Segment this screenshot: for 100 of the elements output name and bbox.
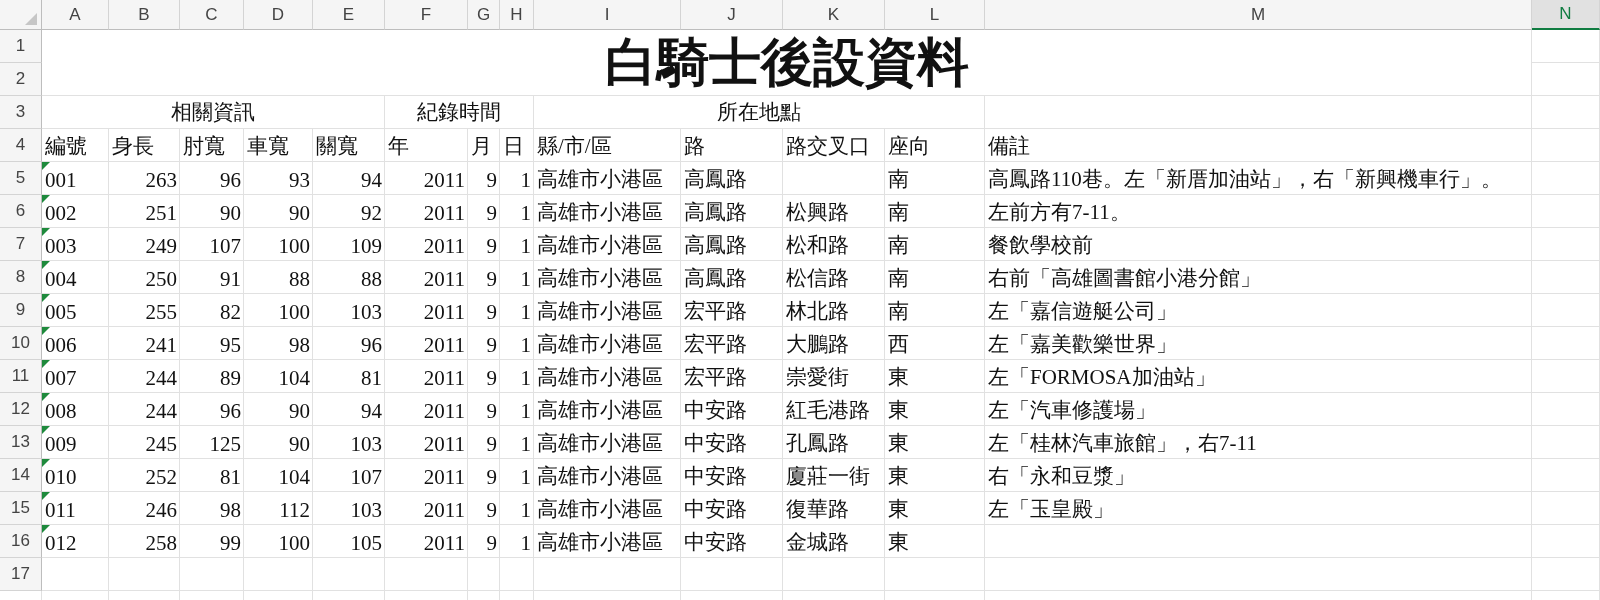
table-cell: 82 xyxy=(220,300,241,325)
sheet-title: 白騎士後設資料 xyxy=(42,30,1532,96)
table-cell: 003 xyxy=(45,234,77,259)
row-header[interactable]: 2 xyxy=(0,63,42,96)
column-header[interactable]: I xyxy=(534,0,681,30)
column-header[interactable]: C xyxy=(180,0,244,30)
table-cell: 92 xyxy=(361,201,382,226)
column-title: 座向 xyxy=(887,133,931,160)
row-header[interactable]: 16 xyxy=(0,525,42,558)
table-cell: 2011 xyxy=(423,201,465,226)
table-cell: 9 xyxy=(486,234,497,259)
table-cell-text: 廈莊一街 xyxy=(786,463,870,490)
column-header[interactable]: K xyxy=(783,0,885,30)
table-cell-text: 高雄市小港區 xyxy=(537,397,663,424)
row-header[interactable]: 6 xyxy=(0,195,42,228)
table-cell: 1 xyxy=(520,234,531,259)
column-header[interactable]: G xyxy=(468,0,500,30)
table-cell-text: 東 xyxy=(888,496,909,523)
column-header[interactable]: H xyxy=(500,0,534,30)
table-cell-text: 大鵬路 xyxy=(786,331,849,358)
table-cell: 007 xyxy=(45,366,77,391)
table-cell: 9 xyxy=(486,531,497,556)
table-cell: 96 xyxy=(361,333,382,358)
table-cell-text: 南 xyxy=(888,199,909,226)
column-header[interactable]: M xyxy=(985,0,1532,30)
table-cell-text: 中安路 xyxy=(684,496,747,523)
row-header[interactable]: 7 xyxy=(0,228,42,261)
table-cell-text: 紅毛港路 xyxy=(786,397,870,424)
table-cell-text: 宏平路 xyxy=(684,331,747,358)
table-cell: 96 xyxy=(220,399,241,424)
column-header[interactable]: N xyxy=(1532,0,1600,30)
table-cell: 244 xyxy=(145,366,177,391)
table-cell-text: 東 xyxy=(888,463,909,490)
table-cell: 9 xyxy=(486,399,497,424)
table-cell: 255 xyxy=(145,300,177,325)
table-cell: 104 xyxy=(278,366,310,391)
column-header[interactable]: J xyxy=(681,0,783,30)
row-header[interactable]: 12 xyxy=(0,393,42,426)
row-header[interactable]: 5 xyxy=(0,162,42,195)
row-header[interactable]: 10 xyxy=(0,327,42,360)
column-header[interactable]: B xyxy=(109,0,180,30)
table-cell: 9 xyxy=(486,498,497,523)
column-title: 縣/市/區 xyxy=(536,133,613,160)
column-title: 路 xyxy=(683,133,706,160)
table-cell: 9 xyxy=(486,267,497,292)
table-cell: 90 xyxy=(289,432,310,457)
table-cell: 010 xyxy=(45,465,77,490)
column-header[interactable]: L xyxy=(885,0,985,30)
table-cell-text: 孔鳳路 xyxy=(786,430,849,457)
table-cell: 90 xyxy=(289,201,310,226)
column-header[interactable]: D xyxy=(244,0,313,30)
table-cell: 1 xyxy=(520,267,531,292)
table-cell-text: 高鳳路 xyxy=(684,166,747,193)
column-title: 年 xyxy=(387,133,410,160)
table-cell: 009 xyxy=(45,432,77,457)
table-cell: 2011 xyxy=(423,333,465,358)
column-header[interactable]: F xyxy=(385,0,468,30)
column-header[interactable]: E xyxy=(313,0,385,30)
row-header[interactable]: 15 xyxy=(0,492,42,525)
table-cell: 244 xyxy=(145,399,177,424)
row-header[interactable]: 8 xyxy=(0,261,42,294)
table-cell: 9 xyxy=(486,333,497,358)
row-header[interactable]: 14 xyxy=(0,459,42,492)
table-cell: 1 xyxy=(520,432,531,457)
column-title: 車寬 xyxy=(246,133,290,160)
table-cell: 81 xyxy=(220,465,241,490)
select-all-button[interactable] xyxy=(0,0,42,30)
table-cell: 002 xyxy=(45,201,77,226)
row-header[interactable]: 3 xyxy=(0,96,42,129)
table-cell: 1 xyxy=(520,333,531,358)
row-header[interactable]: 1 xyxy=(0,30,42,63)
column-header[interactable]: A xyxy=(42,0,109,30)
table-cell: 241 xyxy=(145,333,177,358)
row-header[interactable]: 17 xyxy=(0,558,42,591)
table-cell-text: 南 xyxy=(888,232,909,259)
table-cell: 006 xyxy=(45,333,77,358)
table-cell: 1 xyxy=(520,498,531,523)
row-header[interactable]: 9 xyxy=(0,294,42,327)
table-cell-text: 高雄市小港區 xyxy=(537,199,663,226)
table-cell-text: 松和路 xyxy=(786,232,849,259)
table-cell: 104 xyxy=(278,465,310,490)
table-cell: 98 xyxy=(220,498,241,523)
row-header[interactable]: 13 xyxy=(0,426,42,459)
table-cell: 2011 xyxy=(423,432,465,457)
row-header[interactable]: 4 xyxy=(0,129,42,162)
column-title: 備註 xyxy=(987,133,1031,160)
table-cell: 245 xyxy=(145,432,177,457)
table-cell: 1 xyxy=(520,201,531,226)
table-cell: 98 xyxy=(289,333,310,358)
table-cell: 109 xyxy=(350,234,382,259)
table-cell: 96 xyxy=(220,168,241,193)
table-cell: 252 xyxy=(145,465,177,490)
table-cell: 95 xyxy=(220,333,241,358)
table-cell: 100 xyxy=(278,234,310,259)
table-cell-text: 松信路 xyxy=(786,265,849,292)
column-title: 關寬 xyxy=(315,133,359,160)
table-cell-text: 高雄市小港區 xyxy=(537,463,663,490)
table-cell-text: 高雄市小港區 xyxy=(537,166,663,193)
row-header[interactable]: 11 xyxy=(0,360,42,393)
table-cell-text: 宏平路 xyxy=(684,364,747,391)
